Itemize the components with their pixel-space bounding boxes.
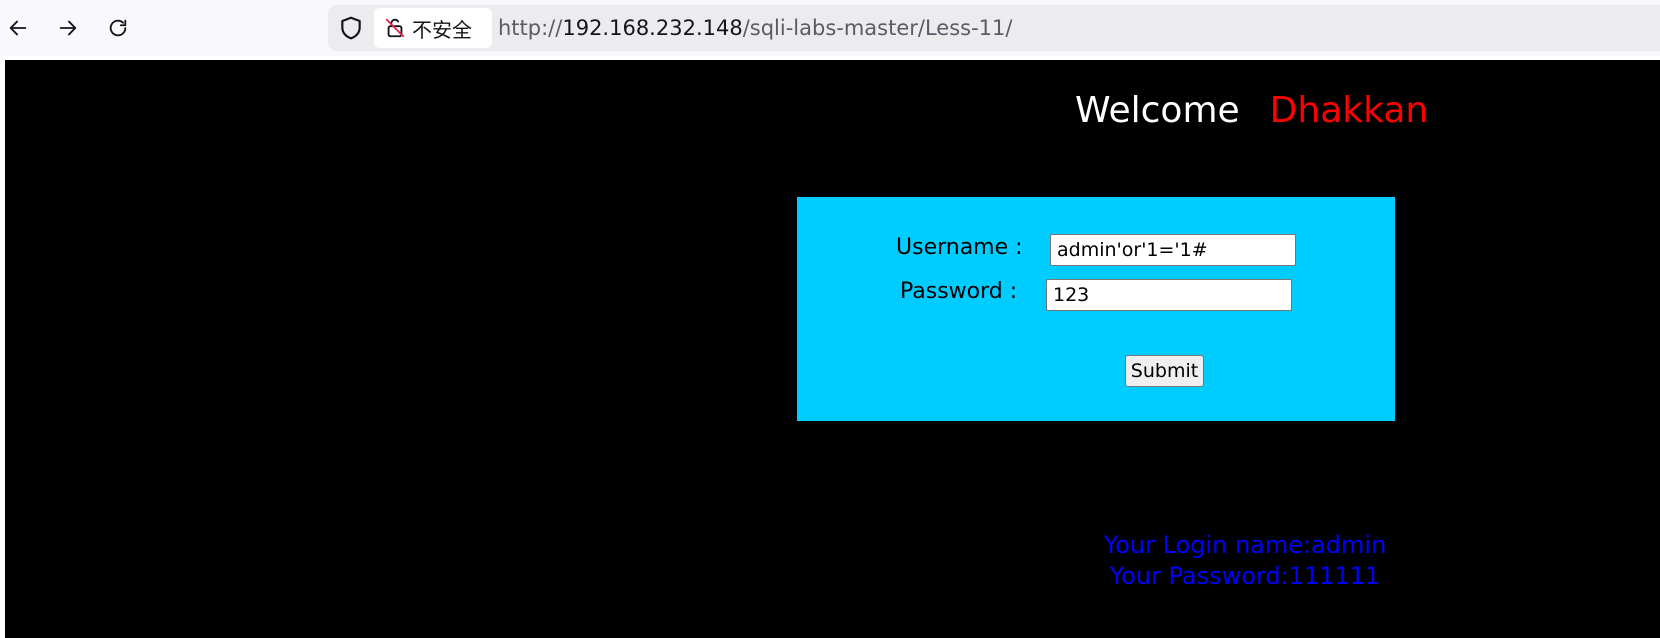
password-label: Password : [900, 279, 1018, 304]
password-field[interactable]: 123 [1046, 279, 1292, 311]
arrow-right-icon [59, 20, 77, 36]
address-bar[interactable]: 不安全 http://192.168.232.148/sqli-labs-mas… [328, 5, 1660, 51]
insecure-label: 不安全 [412, 17, 472, 42]
login-result: Your Login name:admin Your Password:1111… [1065, 530, 1425, 592]
insecure-indicator[interactable]: 不安全 [374, 8, 492, 48]
username-field[interactable]: admin'or'1='1# [1050, 234, 1296, 266]
submit-button[interactable]: Submit [1125, 355, 1204, 387]
url-path: /sqli-labs-master/Less-11/ [742, 16, 1013, 40]
login-form: Username : admin'or'1='1# Password : 123… [797, 197, 1395, 421]
welcome-text: Welcome [1075, 90, 1240, 131]
result-password: Your Password:111111 [1109, 562, 1381, 590]
arrow-left-icon [9, 20, 27, 36]
forward-button[interactable] [50, 10, 86, 46]
url-text[interactable]: http://192.168.232.148/sqli-labs-master/… [498, 5, 1012, 51]
browser-toolbar: 不安全 http://192.168.232.148/sqli-labs-mas… [0, 0, 1660, 56]
url-scheme: http:// [498, 16, 563, 40]
shield-icon[interactable] [338, 15, 364, 41]
username-label: Username : [896, 235, 1023, 260]
url-host: 192.168.232.148 [562, 16, 743, 40]
reload-icon [109, 19, 127, 37]
reload-button[interactable] [100, 10, 136, 46]
welcome-name: Dhakkan [1269, 90, 1429, 131]
result-login-name: Your Login name:admin [1103, 531, 1387, 559]
welcome-heading: Welcome Dhakkan [1075, 90, 1428, 131]
page-content: Welcome Dhakkan Username : admin'or'1='1#… [5, 60, 1660, 638]
back-button[interactable] [0, 10, 36, 46]
lock-slash-icon [385, 18, 405, 38]
